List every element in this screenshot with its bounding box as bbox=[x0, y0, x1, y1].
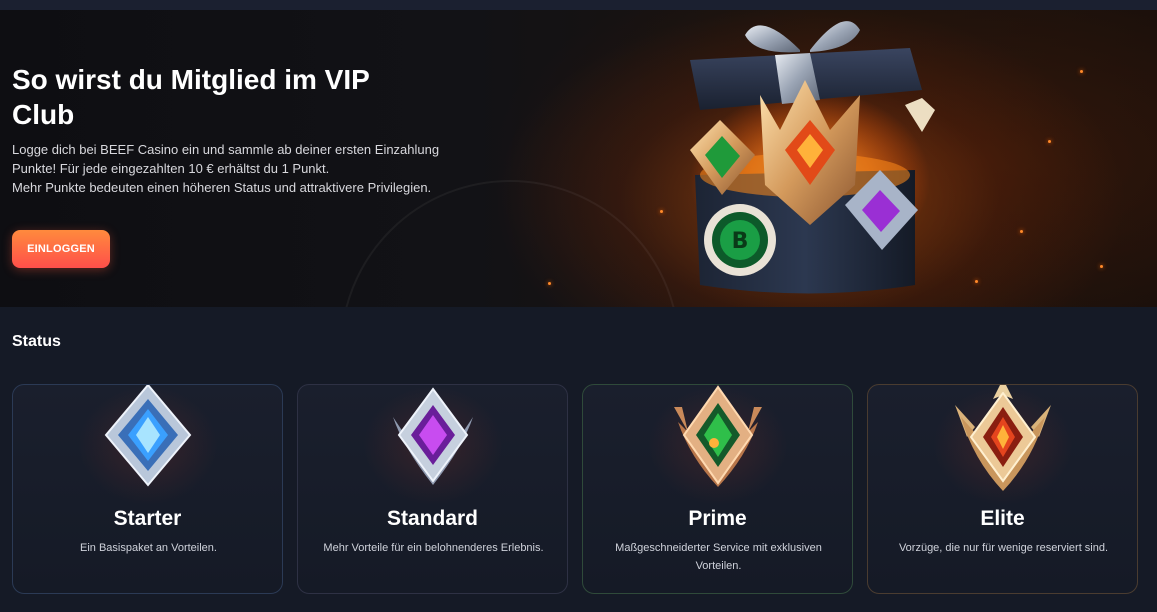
hero-description-line-2: Mehr Punkte bedeuten einen höheren Statu… bbox=[12, 180, 432, 195]
spark-decoration bbox=[1080, 70, 1083, 73]
hero-description: Logge dich bei BEEF Casino ein und samml… bbox=[12, 140, 482, 197]
tier-name: Starter bbox=[113, 507, 182, 530]
tier-card-standard: Standard Mehr Vorteile für ein belohnend… bbox=[297, 384, 568, 594]
status-tier-list: Starter Ein Basispaket an Vorteilen. Sta… bbox=[12, 384, 1140, 594]
tier-description: Mehr Vorteile für ein belohnenderes Erle… bbox=[323, 542, 544, 554]
prime-badge-icon bbox=[674, 385, 762, 487]
decorative-arc bbox=[340, 180, 680, 307]
standard-badge-icon bbox=[393, 387, 473, 485]
spark-decoration bbox=[1100, 265, 1103, 268]
tier-card-elite: Elite Vorzüge, die nur für wenige reserv… bbox=[867, 384, 1138, 594]
spark-decoration bbox=[1020, 230, 1023, 233]
svg-text:B: B bbox=[732, 229, 749, 254]
tier-name: Elite bbox=[980, 507, 1025, 530]
tier-card-starter: Starter Ein Basispaket an Vorteilen. bbox=[12, 384, 283, 594]
starter-badge-icon bbox=[104, 385, 192, 487]
tier-name: Prime bbox=[688, 507, 747, 530]
tier-description: Ein Basispaket an Vorteilen. bbox=[80, 542, 217, 554]
tier-card-prime: Prime Maßgeschneiderter Service mit exkl… bbox=[582, 384, 853, 594]
login-button[interactable]: EINLOGGEN bbox=[12, 230, 110, 268]
gift-box-with-gems-icon: B bbox=[690, 21, 935, 294]
tier-name: Standard bbox=[386, 507, 478, 530]
tier-description: Maßgeschneiderter Service mit exklusiven… bbox=[615, 542, 822, 572]
vip-hero-banner: So wirst du Mitglied im VIP Club Logge d… bbox=[0, 10, 1157, 307]
spark-decoration bbox=[548, 282, 551, 285]
elite-badge-icon bbox=[955, 385, 1051, 491]
spark-decoration bbox=[1048, 140, 1051, 143]
tier-description: Vorzüge, die nur für wenige reserviert s… bbox=[898, 542, 1109, 554]
hero-title: So wirst du Mitglied im VIP Club bbox=[12, 64, 370, 130]
top-strip bbox=[0, 0, 1157, 10]
status-heading: Status bbox=[12, 333, 61, 350]
hero-description-line-1: Logge dich bei BEEF Casino ein und samml… bbox=[12, 142, 440, 176]
